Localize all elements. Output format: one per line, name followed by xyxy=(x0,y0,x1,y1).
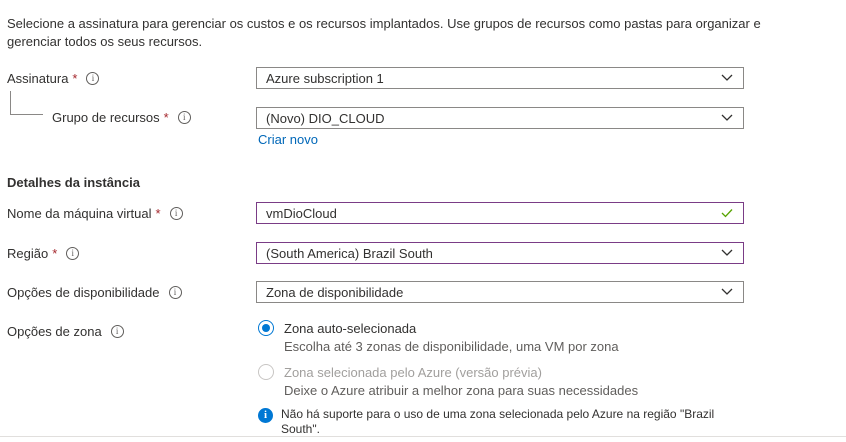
region-label: Região xyxy=(7,246,49,261)
subscription-value: Azure subscription 1 xyxy=(266,70,384,86)
zone-azure-desc: Deixe o Azure atribuir a melhor zona par… xyxy=(284,383,639,398)
subscription-select[interactable]: Azure subscription 1 xyxy=(256,67,744,89)
info-solid-icon: i xyxy=(258,408,273,423)
region-select[interactable]: (South America) Brazil South xyxy=(256,242,744,264)
info-icon[interactable]: i xyxy=(169,207,183,220)
resource-group-label: Grupo de recursos xyxy=(52,110,160,125)
divider xyxy=(0,436,846,437)
chevron-down-icon xyxy=(721,114,733,121)
resource-group-label-row: Grupo de recursos * i xyxy=(52,110,191,125)
vm-name-label: Nome da máquina virtual xyxy=(7,206,152,221)
info-icon[interactable]: i xyxy=(86,72,100,85)
radio-dot xyxy=(262,324,270,332)
vm-name-input[interactable]: vmDioCloud xyxy=(256,202,744,224)
availability-label-row: Opções de disponibilidade i xyxy=(7,285,182,300)
region-label-row: Região * i xyxy=(7,246,80,261)
region-value: (South America) Brazil South xyxy=(266,245,433,261)
availability-label: Opções de disponibilidade xyxy=(7,285,160,300)
subscription-label-row: Assinatura * i xyxy=(7,71,100,86)
required-marker: * xyxy=(163,110,169,125)
zone-auto-title: Zona auto-selecionada xyxy=(284,321,417,336)
check-icon xyxy=(721,209,733,218)
availability-value: Zona de disponibilidade xyxy=(266,284,404,300)
create-new-link[interactable]: Criar novo xyxy=(258,132,318,147)
tree-connector xyxy=(10,91,43,115)
info-icon[interactable]: i xyxy=(110,325,124,338)
vm-name-value: vmDioCloud xyxy=(266,205,337,221)
zone-auto-radio[interactable] xyxy=(258,320,274,336)
required-marker: * xyxy=(155,206,161,221)
resource-group-value: (Novo) DIO_CLOUD xyxy=(266,110,385,126)
info-icon[interactable]: i xyxy=(168,286,182,299)
zone-auto-desc: Escolha até 3 zonas de disponibilidade, … xyxy=(284,339,619,354)
section-title: Detalhes da instância xyxy=(7,175,140,190)
subscription-label: Assinatura xyxy=(7,71,69,86)
chevron-down-icon xyxy=(721,249,733,256)
required-marker: * xyxy=(52,246,58,261)
intro-text: Selecione a assinatura para gerenciar os… xyxy=(7,16,761,49)
zone-notice: Não há suporte para o uso de uma zona se… xyxy=(281,407,715,436)
chevron-down-icon xyxy=(721,74,733,81)
required-marker: * xyxy=(72,71,78,86)
zone-azure-radio xyxy=(258,364,274,380)
chevron-down-icon xyxy=(721,288,733,295)
zone-azure-title: Zona selecionada pelo Azure (versão prév… xyxy=(284,365,542,380)
availability-select[interactable]: Zona de disponibilidade xyxy=(256,281,744,303)
zone-label: Opções de zona xyxy=(7,324,102,339)
resource-group-select[interactable]: (Novo) DIO_CLOUD xyxy=(256,107,744,129)
vm-name-label-row: Nome da máquina virtual * i xyxy=(7,206,183,221)
info-icon[interactable]: i xyxy=(66,247,80,260)
zone-label-row: Opções de zona i xyxy=(7,324,124,339)
info-icon[interactable]: i xyxy=(177,111,191,124)
